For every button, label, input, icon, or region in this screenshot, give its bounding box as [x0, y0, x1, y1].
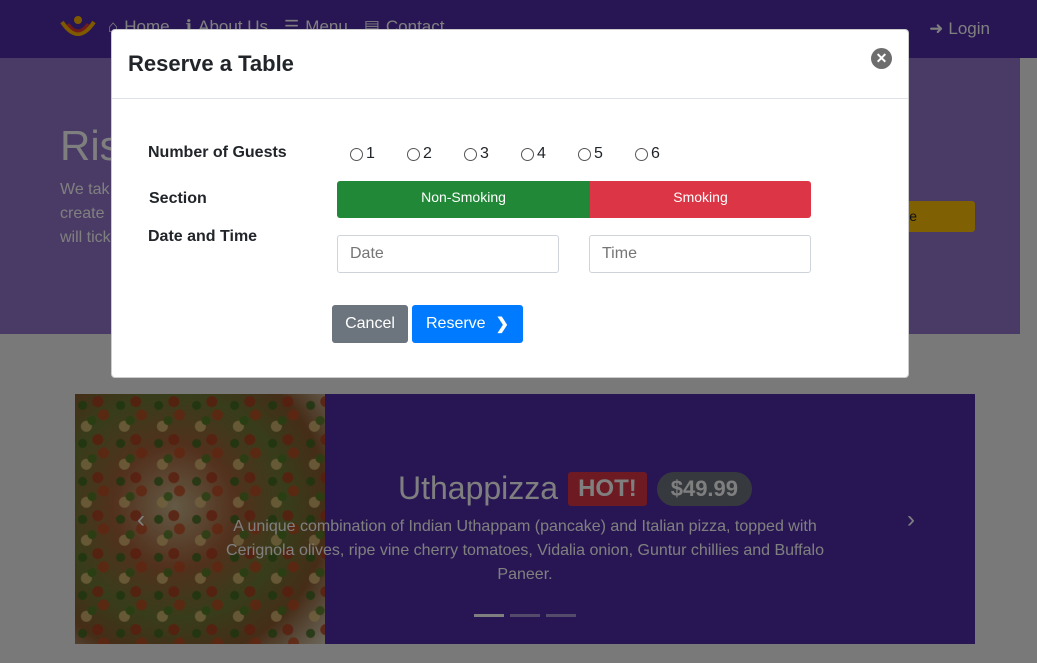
- radio-button[interactable]: [578, 147, 591, 161]
- smoking-button[interactable]: Smoking: [590, 181, 811, 218]
- radio-button[interactable]: [521, 147, 534, 161]
- guests-label: Number of Guests: [148, 144, 287, 161]
- radio-label: 2: [423, 145, 432, 162]
- radio-label: 1: [366, 145, 375, 162]
- guest-option-6[interactable]: 6: [635, 145, 677, 163]
- chevron-right-icon: ❯: [495, 316, 509, 333]
- radio-label: 5: [594, 145, 603, 162]
- modal-title: Reserve a Table: [128, 51, 294, 76]
- guest-option-4[interactable]: 4: [521, 145, 563, 163]
- radio-label: 6: [651, 145, 660, 162]
- radio-button[interactable]: [407, 147, 420, 161]
- radio-label: 3: [480, 145, 489, 162]
- section-label: Section: [149, 190, 207, 207]
- reserve-label: Reserve: [426, 315, 486, 332]
- datetime-label: Date and Time: [148, 228, 258, 245]
- radio-button[interactable]: [635, 147, 648, 161]
- guest-option-3[interactable]: 3: [464, 145, 506, 163]
- guest-option-2[interactable]: 2: [407, 145, 449, 163]
- radio-button[interactable]: [464, 147, 477, 161]
- radio-button[interactable]: [350, 147, 363, 161]
- radio-label: 4: [537, 145, 546, 162]
- guest-option-1[interactable]: 1: [350, 145, 392, 163]
- reserve-button[interactable]: Reserve ❯: [412, 305, 523, 343]
- section-toggle: Non-Smoking Smoking: [337, 181, 811, 218]
- guest-option-5[interactable]: 5: [578, 145, 620, 163]
- date-input[interactable]: [337, 235, 559, 273]
- non-smoking-button[interactable]: Non-Smoking: [337, 181, 590, 218]
- modal-header: Reserve a Table ✕: [112, 30, 908, 99]
- reserve-table-modal: Reserve a Table ✕ Number of Guests 1 2 3…: [111, 29, 909, 378]
- time-input[interactable]: [589, 235, 811, 273]
- cancel-button[interactable]: Cancel: [332, 305, 408, 343]
- close-icon[interactable]: ✕: [871, 48, 892, 69]
- guests-radio-group: 1 2 3 4 5 6: [350, 145, 677, 163]
